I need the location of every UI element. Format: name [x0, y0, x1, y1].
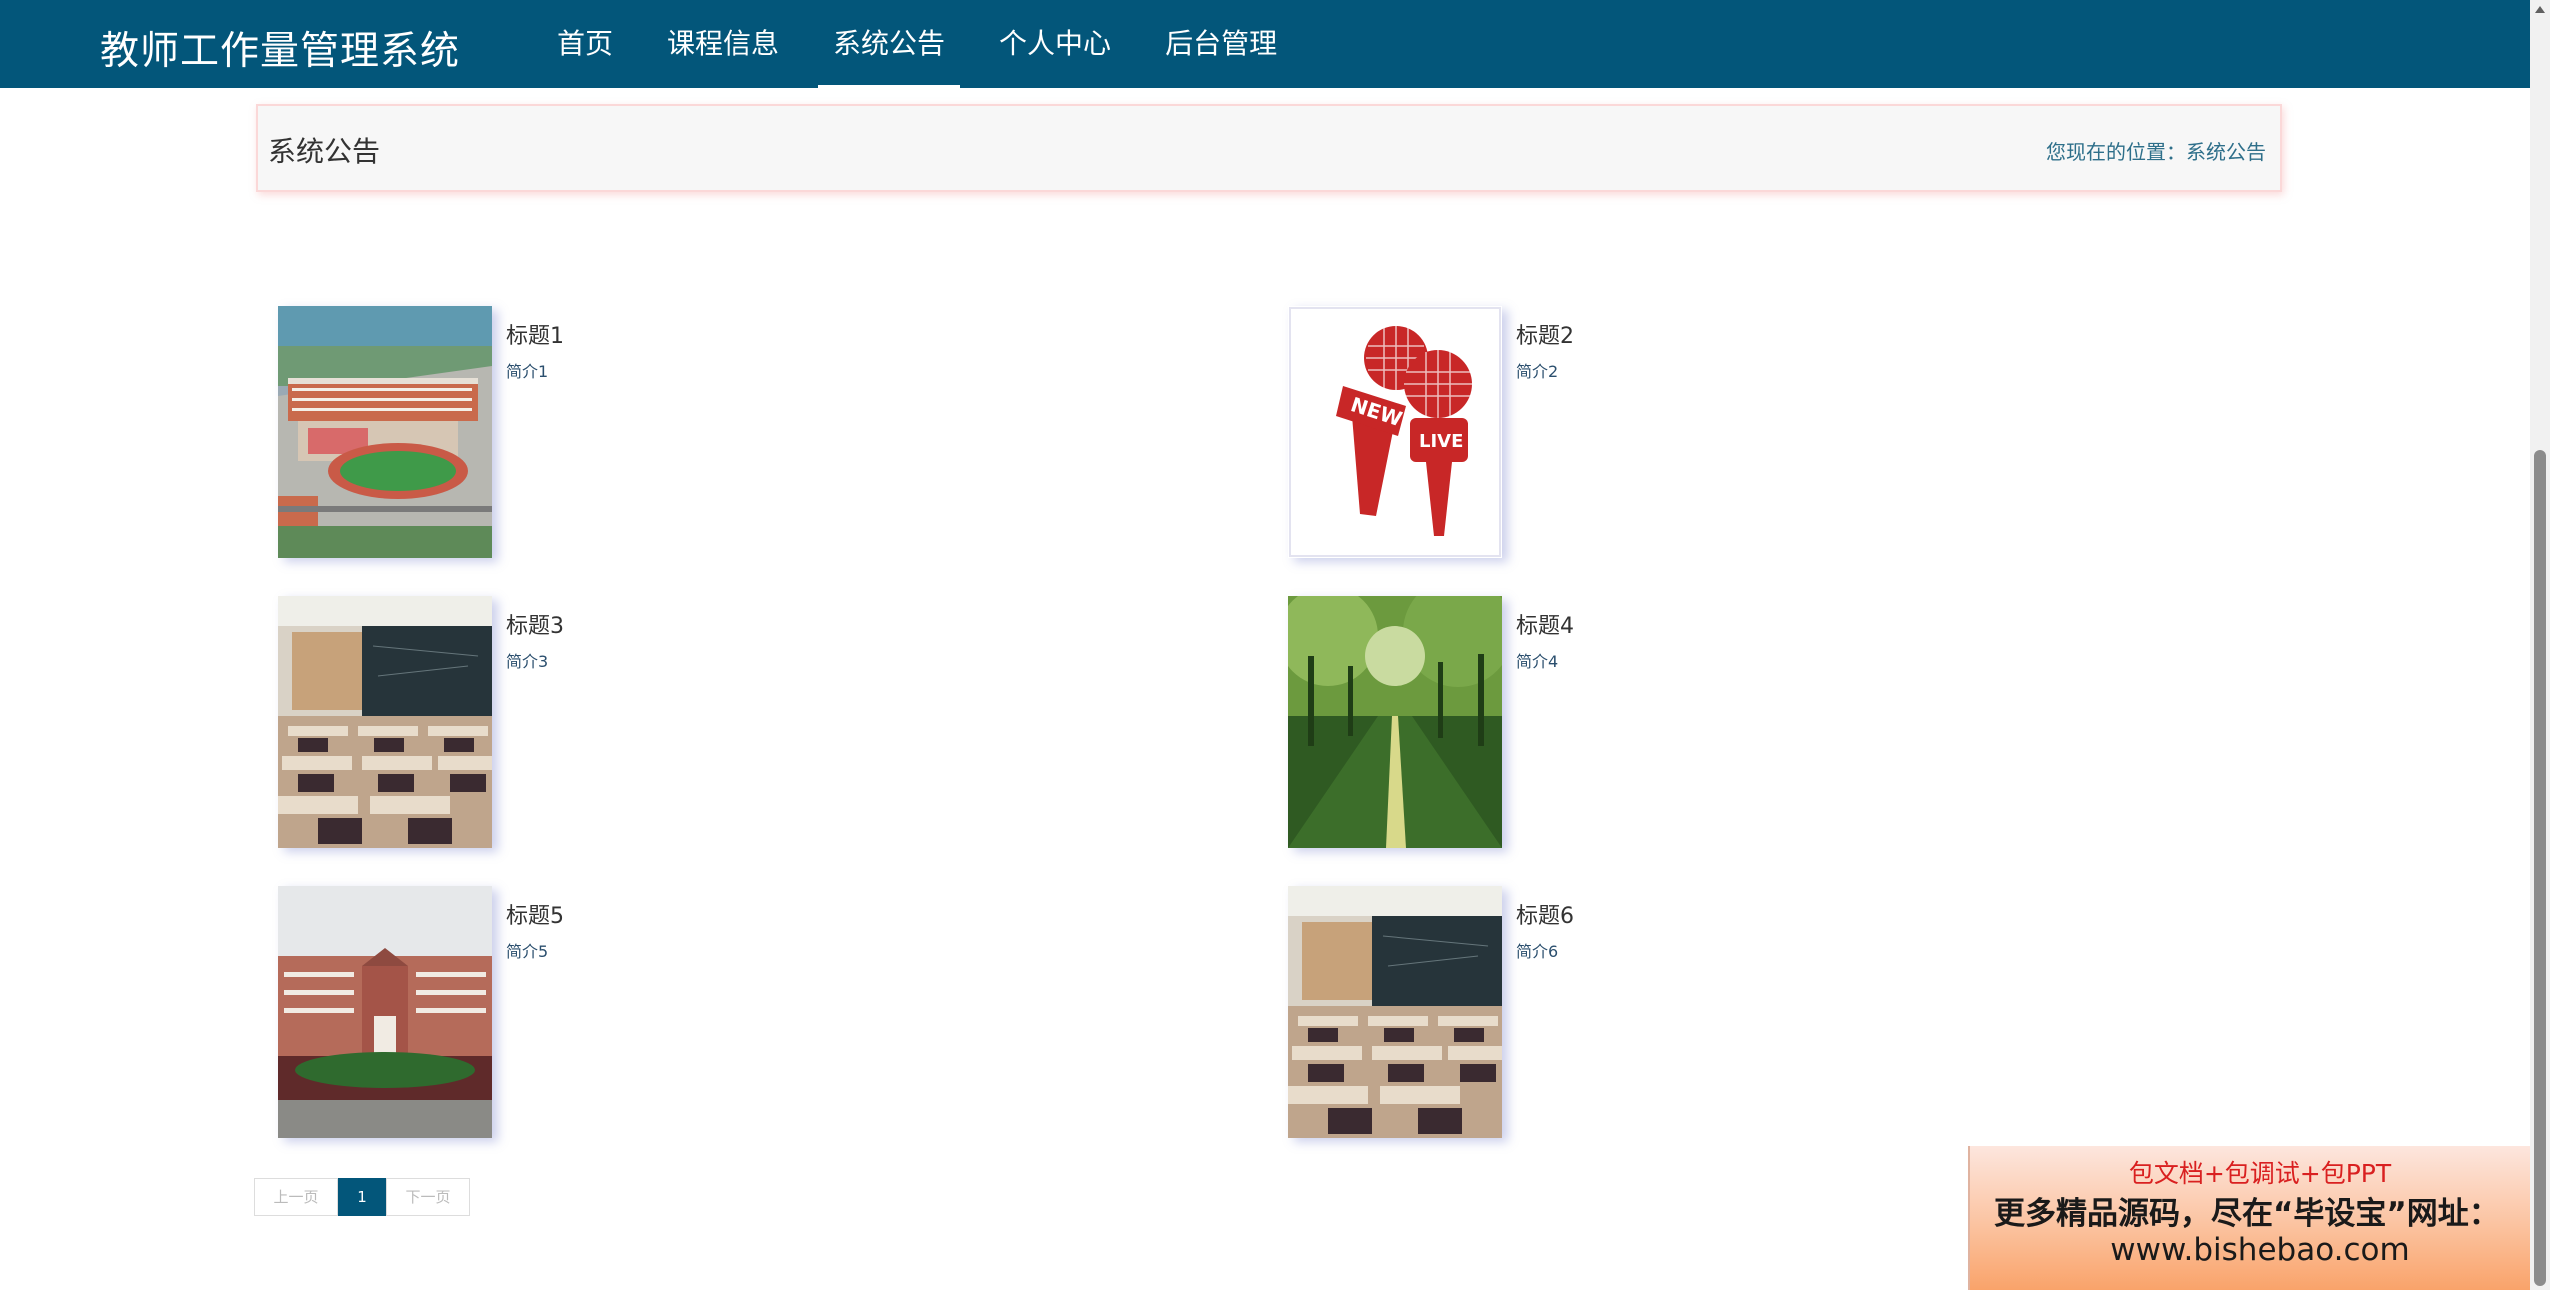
promo-banner[interactable]: 包文档+包调试+包PPT 更多精品源码，尽在“毕设宝”网址： www.bishe…	[1968, 1146, 2550, 1290]
campus-aerial-image	[278, 306, 492, 558]
notice-image-news[interactable]: NEWS LIVE	[1288, 306, 1502, 558]
scroll-up-arrow-icon[interactable]	[2535, 6, 2545, 13]
notice-summary: 简介1	[506, 362, 549, 381]
prev-page-button[interactable]: 上一页	[254, 1178, 338, 1216]
notice-card[interactable]: 标题5 简介5	[278, 886, 1178, 1141]
svg-text:LIVE: LIVE	[1419, 431, 1463, 452]
notice-summary: 简介4	[1516, 652, 1559, 671]
nav-admin[interactable]: 后台管理	[1138, 0, 1304, 88]
notice-summary: 简介2	[1516, 362, 1559, 381]
notice-image-classroom[interactable]	[1288, 886, 1502, 1138]
notice-summary: 简介3	[506, 652, 549, 671]
notice-summary: 简介5	[506, 942, 549, 961]
nav-personal-center[interactable]: 个人中心	[972, 0, 1138, 88]
page-1-button[interactable]: 1	[338, 1178, 386, 1216]
classroom-image	[278, 596, 492, 848]
scroll-thumb[interactable]	[2534, 450, 2546, 1286]
notice-image-classroom[interactable]	[278, 596, 492, 848]
next-page-button[interactable]: 下一页	[386, 1178, 470, 1216]
nav-announcements[interactable]: 系统公告	[806, 0, 972, 88]
notice-title[interactable]: 标题2	[1516, 318, 1574, 350]
promo-line-1: 包文档+包调试+包PPT	[2128, 1159, 2392, 1188]
tree-path-image	[1288, 596, 1502, 848]
notice-card[interactable]: 标题3 简介3	[278, 596, 1178, 851]
notice-card[interactable]: 标题1 简介1	[278, 306, 1178, 561]
notice-title[interactable]: 标题3	[506, 608, 564, 640]
pagination: 上一页 1 下一页	[254, 1178, 470, 1216]
promo-url[interactable]: www.bishebao.com	[1970, 1232, 2550, 1268]
notice-list: 标题1 简介1 NEWS LIVE 标题2 简介2 标题3 简介3 标题4 简介…	[278, 306, 2298, 1176]
notice-card[interactable]: 标题4 简介4	[1288, 596, 2188, 851]
page-scrollbar[interactable]	[2530, 0, 2550, 1290]
promo-line-2: 更多精品源码，尽在“毕设宝”网址：	[1994, 1196, 2500, 1232]
notice-summary: 简介6	[1516, 942, 1559, 961]
notice-image-building[interactable]	[278, 886, 492, 1138]
classroom-image	[1288, 886, 1502, 1138]
notice-image-campus[interactable]	[278, 306, 492, 558]
notice-image-path[interactable]	[1288, 596, 1502, 848]
nav-course-info[interactable]: 课程信息	[640, 0, 806, 88]
breadcrumb-location[interactable]: 您现在的位置：系统公告	[2046, 136, 2266, 165]
page-title: 系统公告	[268, 135, 381, 168]
notice-card[interactable]: NEWS LIVE 标题2 简介2	[1288, 306, 2188, 561]
news-live-microphone-image: NEWS LIVE	[1288, 306, 1502, 558]
top-navbar: 教师工作量管理系统 首页 课程信息 系统公告 个人中心 后台管理	[0, 0, 2530, 88]
breadcrumb-bar: 系统公告 您现在的位置：系统公告	[256, 104, 2282, 192]
notice-title[interactable]: 标题5	[506, 898, 564, 930]
notice-title[interactable]: 标题6	[1516, 898, 1574, 930]
notice-card[interactable]: 标题6 简介6	[1288, 886, 2188, 1141]
nav-home[interactable]: 首页	[530, 0, 640, 88]
school-building-image	[278, 886, 492, 1138]
notice-title[interactable]: 标题4	[1516, 608, 1574, 640]
site-brand[interactable]: 教师工作量管理系统	[100, 20, 460, 76]
notice-title[interactable]: 标题1	[506, 318, 564, 350]
main-nav: 首页 课程信息 系统公告 个人中心 后台管理	[530, 0, 1304, 88]
